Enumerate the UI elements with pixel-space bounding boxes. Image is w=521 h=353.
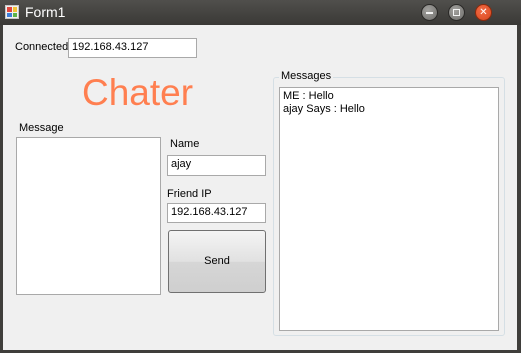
messages-label: Messages (279, 70, 334, 83)
messages-list[interactable]: ME : Hello ajay Says : Hello (279, 87, 499, 331)
message-input[interactable] (16, 137, 161, 295)
window-title: Form1 (25, 4, 66, 20)
message-label: Message (19, 122, 64, 134)
form-client-area: Connected 192.168.43.127 Chater Message … (3, 25, 517, 350)
app-window: Form1 ✕ Connected 192.168.43.127 Chater … (0, 0, 521, 353)
name-label: Name (170, 138, 200, 150)
maximize-button[interactable] (448, 4, 465, 21)
connected-ip-field[interactable]: 192.168.43.127 (68, 38, 197, 58)
friend-ip-field[interactable]: 192.168.43.127 (167, 203, 266, 223)
name-field[interactable]: ajay (167, 155, 266, 176)
close-button[interactable]: ✕ (475, 4, 492, 21)
app-heading: Chater (82, 72, 194, 113)
form-app-icon[interactable] (5, 5, 19, 19)
message-line: ME : Hello (283, 90, 334, 102)
friend-ip-label: Friend IP (167, 188, 212, 200)
message-line: ajay Says : Hello (283, 103, 365, 115)
title-bar[interactable]: Form1 ✕ (0, 0, 521, 25)
connected-label: Connected (15, 41, 69, 53)
close-icon: ✕ (479, 7, 488, 18)
minimize-button[interactable] (421, 4, 438, 21)
send-button[interactable]: Send (168, 230, 266, 293)
